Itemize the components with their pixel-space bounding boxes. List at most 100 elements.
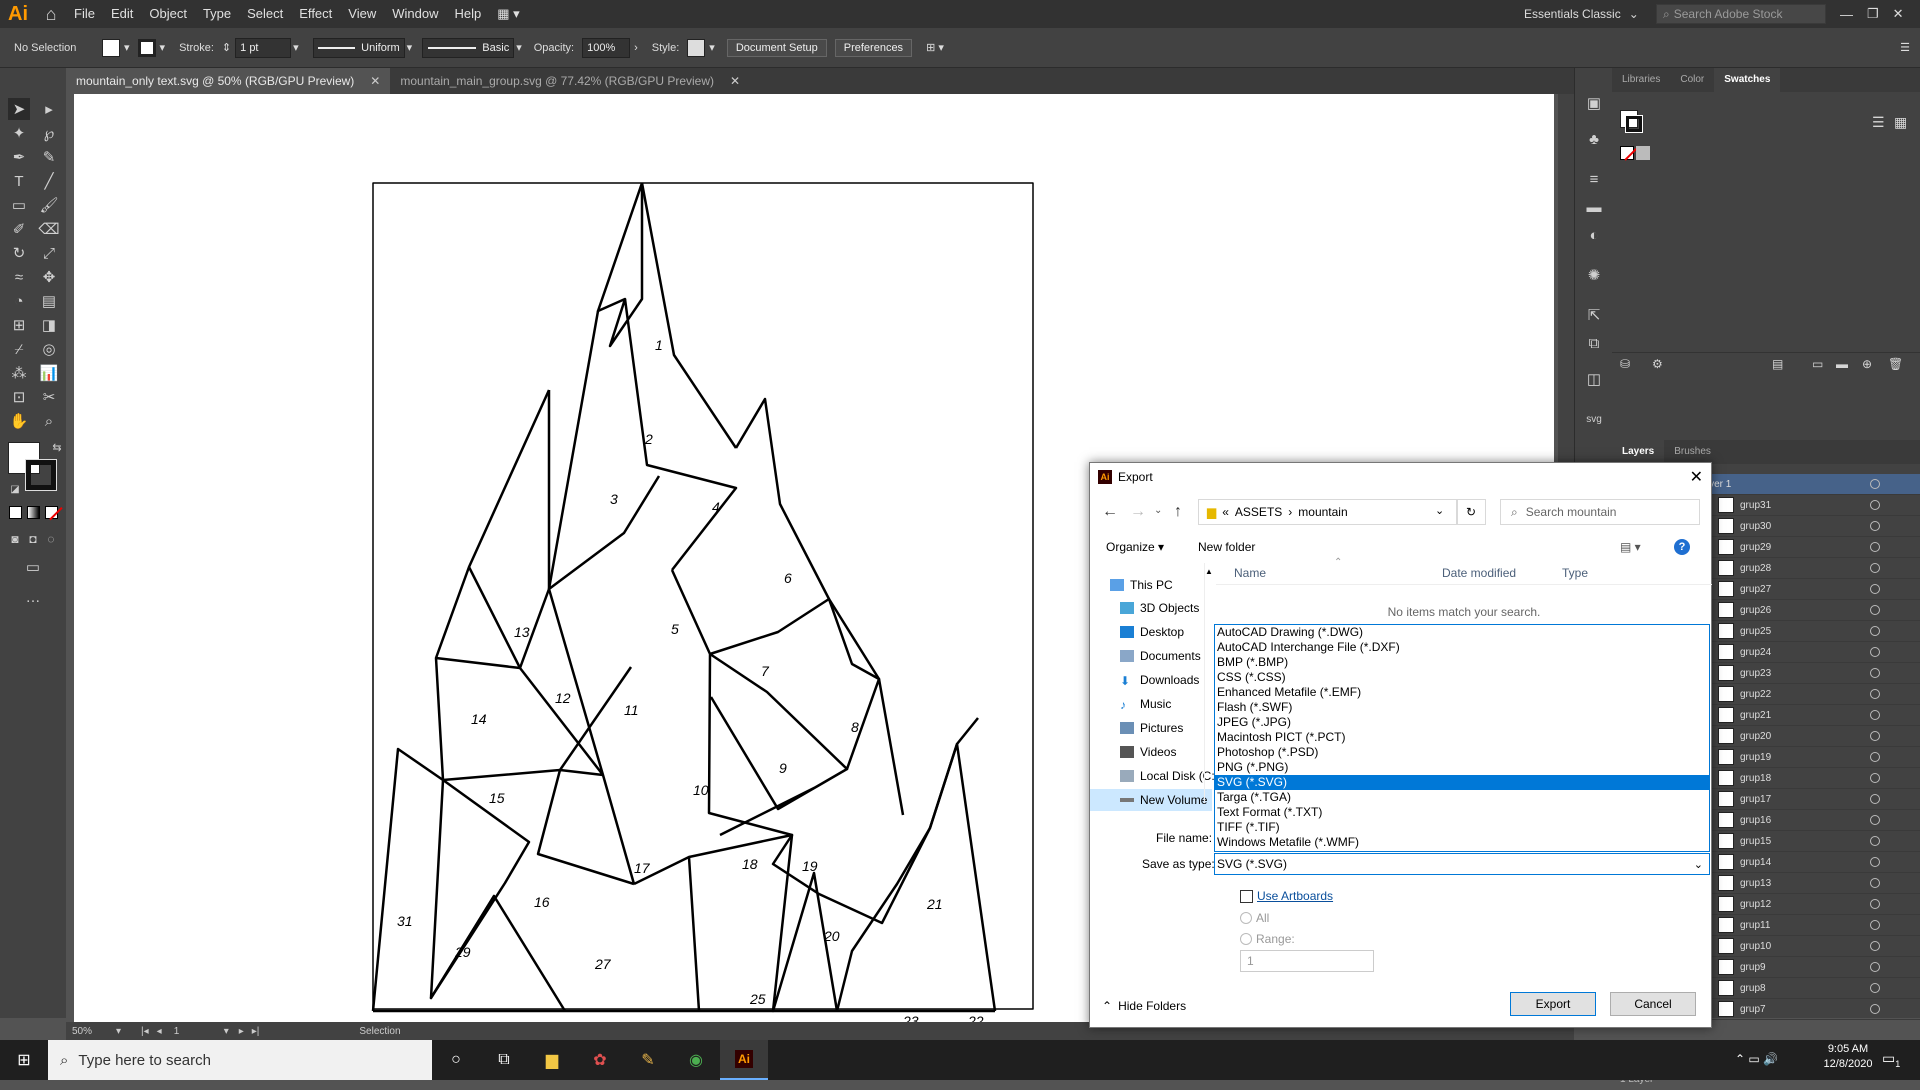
visibility-icon[interactable]	[1870, 563, 1880, 573]
visibility-icon[interactable]	[1870, 521, 1880, 531]
range-radio[interactable]	[1240, 933, 1252, 945]
restore-icon[interactable]: ❐	[1867, 6, 1879, 22]
line-tool-icon[interactable]: ╱	[38, 170, 60, 192]
curvature-tool-icon[interactable]: ✎	[38, 146, 60, 168]
file-explorer-icon[interactable]: ▆	[528, 1040, 576, 1080]
direct-selection-tool-icon[interactable]: ▸	[38, 98, 60, 120]
close-icon[interactable]: ✕	[1893, 6, 1904, 22]
close-icon[interactable]: ✕	[370, 74, 380, 88]
breadcrumb-assets[interactable]: ASSETS	[1235, 505, 1282, 519]
tab-layers[interactable]: Layers	[1612, 440, 1665, 464]
eraser-tool-icon[interactable]: ⌫	[38, 218, 60, 240]
chevron-down-icon[interactable]: ▾	[709, 41, 715, 54]
swatch-stroke-icon[interactable]	[1625, 115, 1643, 133]
chevron-down-icon[interactable]: ▾	[224, 1026, 229, 1037]
save-type-option[interactable]: Photoshop (*.PSD)	[1215, 745, 1709, 760]
forward-icon[interactable]: →	[1130, 503, 1146, 521]
range-input[interactable]: 1	[1240, 950, 1374, 972]
rotate-tool-icon[interactable]: ↻	[8, 242, 30, 264]
address-bar[interactable]: ▆ « ASSETS › mountain	[1198, 499, 1458, 525]
illustrator-taskbar-icon[interactable]: Ai	[720, 1040, 768, 1080]
visibility-icon[interactable]	[1870, 542, 1880, 552]
visibility-icon[interactable]	[1870, 1004, 1880, 1014]
warp-tool-icon[interactable]: ≈	[8, 266, 30, 288]
save-type-option[interactable]: TIFF (*.TIF)	[1215, 820, 1709, 835]
pen-tool-icon[interactable]: ✒	[8, 146, 30, 168]
export-button[interactable]: Export	[1510, 992, 1596, 1016]
prev-artboard-icon[interactable]: ◂	[157, 1026, 162, 1037]
appearance-icon[interactable]: ✺	[1583, 264, 1605, 286]
home-icon[interactable]: ⌂	[36, 0, 66, 28]
tab-mountain-only-text[interactable]: mountain_only text.svg @ 50% (RGB/GPU Pr…	[66, 68, 391, 94]
visibility-icon[interactable]	[1870, 899, 1880, 909]
opacity-field[interactable]: 100%	[582, 37, 631, 58]
tree-new-volume[interactable]: New Volume	[1090, 789, 1212, 811]
fill-swatch[interactable]	[102, 38, 120, 57]
chevron-down-icon[interactable]: ▾	[124, 41, 130, 54]
save-type-option[interactable]: Windows Metafile (*.WMF)	[1215, 835, 1709, 850]
stock-search-input[interactable]: ⌕ Search Adobe Stock	[1656, 4, 1826, 24]
zoom-tool-icon[interactable]: ⌕	[38, 410, 60, 432]
visibility-icon[interactable]	[1870, 605, 1880, 615]
task-view-icon[interactable]: ⧉	[480, 1040, 528, 1080]
style-swatch[interactable]	[687, 38, 706, 57]
new-folder-button[interactable]: New folder	[1198, 540, 1255, 554]
clock[interactable]: 9:05 AM 12/8/2020	[1818, 1043, 1878, 1070]
save-type-option[interactable]: AutoCAD Drawing (*.DWG)	[1215, 625, 1709, 640]
save-type-option[interactable]: Macintosh PICT (*.PCT)	[1215, 730, 1709, 745]
transparency-icon[interactable]: ◐	[1583, 224, 1605, 246]
save-type-option[interactable]: JPEG (*.JPG)	[1215, 715, 1709, 730]
organize-button[interactable]: Organize ▾	[1106, 540, 1164, 554]
stroke-weight-field[interactable]: 1 pt	[235, 37, 292, 58]
menu-window[interactable]: Window	[384, 0, 446, 28]
visibility-icon[interactable]	[1870, 479, 1880, 489]
tree-pictures[interactable]: Pictures	[1120, 717, 1183, 739]
chevron-right-icon[interactable]: ›	[634, 42, 638, 54]
paintbrush-tool-icon[interactable]: 🖌	[38, 194, 60, 216]
svg-interactivity-icon[interactable]: svg	[1583, 408, 1605, 430]
artboard-number[interactable]: 1	[174, 1026, 214, 1037]
save-type-option[interactable]: BMP (*.BMP)	[1215, 655, 1709, 670]
dialog-search-input[interactable]: ⌕ Search mountain	[1500, 499, 1700, 525]
brush-definition[interactable]: Basic	[422, 37, 515, 58]
shaper-tool-icon[interactable]: ✐	[8, 218, 30, 240]
use-artboards-option[interactable]: Use Artboards	[1240, 889, 1333, 903]
hand-tool-icon[interactable]: ✋	[8, 410, 30, 432]
help-icon[interactable]: ?	[1674, 539, 1690, 555]
arrange-documents-icon[interactable]: ▦ ▾	[489, 0, 527, 28]
chevron-down-icon[interactable]: ▾	[293, 41, 299, 54]
stroke-color-icon[interactable]	[25, 459, 57, 491]
visibility-icon[interactable]	[1870, 920, 1880, 930]
magic-wand-tool-icon[interactable]: ✦	[8, 122, 30, 144]
save-type-option[interactable]: SVG (*.SVG)	[1215, 775, 1709, 790]
menu-view[interactable]: View	[340, 0, 384, 28]
last-artboard-icon[interactable]: ▸|	[252, 1026, 260, 1037]
back-icon[interactable]: ←	[1102, 503, 1118, 521]
document-setup-button[interactable]: Document Setup	[726, 38, 827, 57]
chevron-down-icon[interactable]: ▾	[516, 41, 522, 54]
tree-this-pc[interactable]: This PC	[1110, 574, 1173, 596]
list-view-icon[interactable]: ☰	[1872, 114, 1885, 131]
chevron-down-icon[interactable]: ▾	[407, 41, 413, 54]
menu-help[interactable]: Help	[446, 0, 489, 28]
delete-swatch-icon[interactable]: 🗑	[1888, 357, 1903, 371]
windows-start-icon[interactable]: ⊞	[0, 1040, 48, 1080]
taskbar-search-input[interactable]: ⌕ Type here to search	[48, 1040, 432, 1080]
save-type-option[interactable]: AutoCAD Interchange File (*.DXF)	[1215, 640, 1709, 655]
screen-mode-icon[interactable]: ▭	[22, 556, 44, 578]
tab-mountain-main-group[interactable]: mountain_main_group.svg @ 77.42% (RGB/GP…	[390, 68, 750, 94]
stroke-panel-icon[interactable]: ≡	[1583, 168, 1605, 190]
variable-width-profile[interactable]: Uniform	[312, 37, 405, 58]
align-panel-icon[interactable]: ◫	[1583, 368, 1605, 390]
graph-tool-icon[interactable]: 📊	[38, 362, 60, 384]
save-type-option[interactable]: Enhanced Metafile (*.EMF)	[1215, 685, 1709, 700]
tab-brushes[interactable]: Brushes	[1664, 440, 1721, 464]
paint-app-icon[interactable]: ✿	[576, 1040, 624, 1080]
properties-icon[interactable]: ▣	[1583, 92, 1605, 114]
tree-music[interactable]: ♪ Music	[1120, 693, 1171, 715]
none-mode-icon[interactable]	[45, 506, 63, 521]
swatch-kinds-icon[interactable]: ⚙	[1652, 357, 1663, 371]
swatch-registration-icon[interactable]	[1636, 146, 1650, 160]
swatch-library-icon[interactable]: ⛁	[1620, 357, 1630, 371]
menu-file[interactable]: File	[66, 0, 103, 28]
